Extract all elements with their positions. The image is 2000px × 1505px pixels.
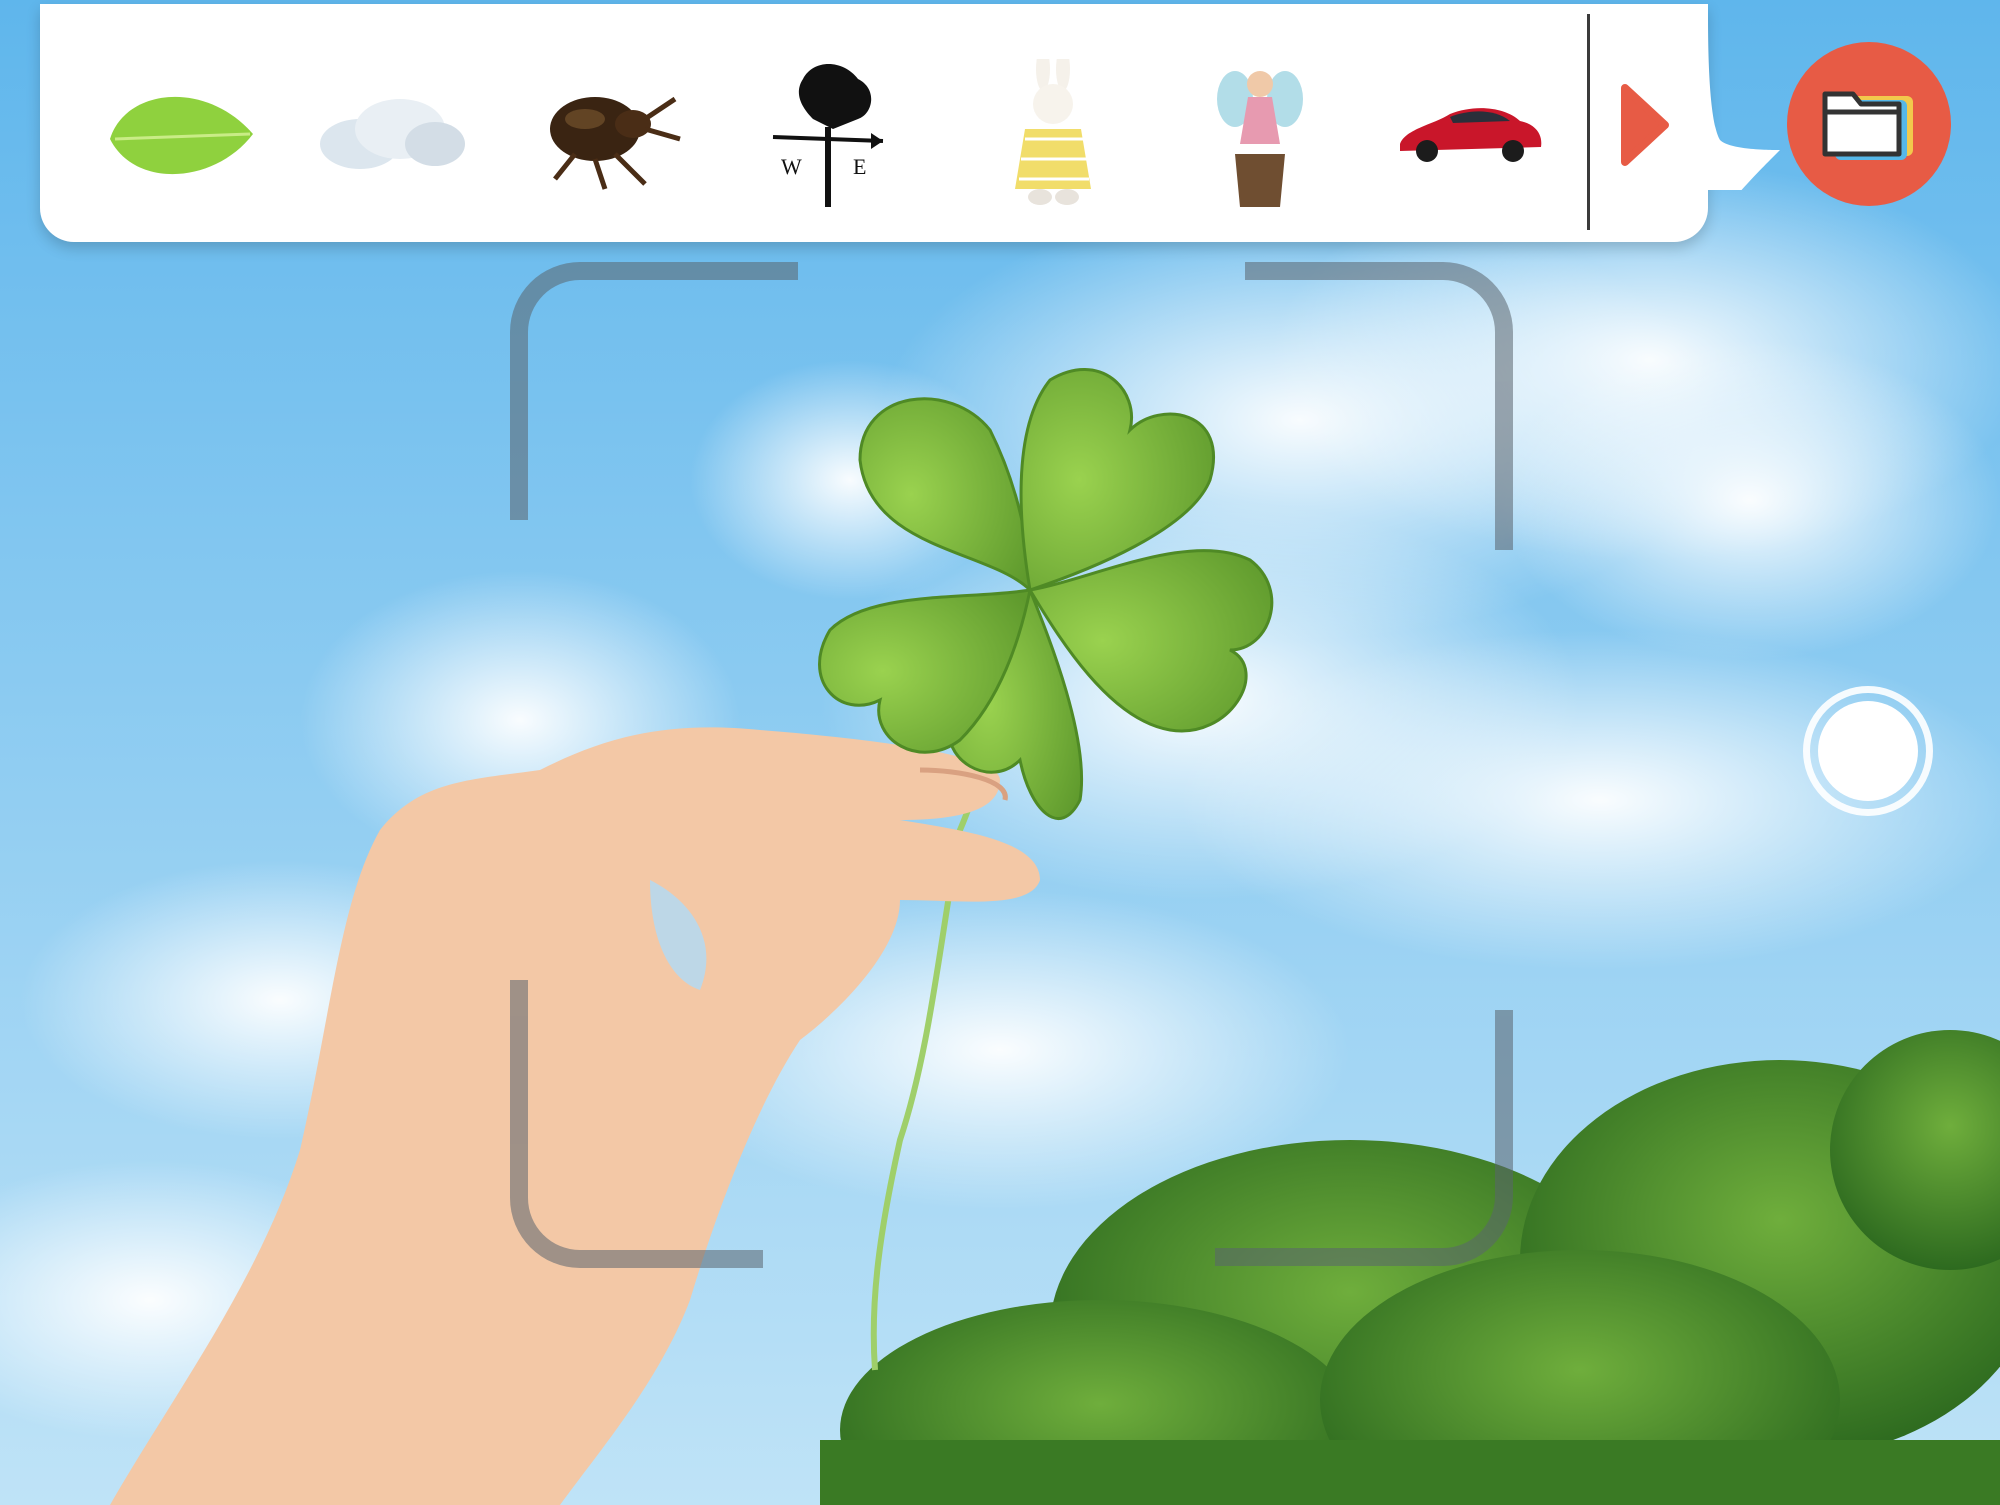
gallery-button[interactable] — [1787, 42, 1951, 206]
tray-item-car[interactable] — [1390, 54, 1550, 214]
leaf-thumbnail-icon — [110, 96, 253, 175]
object-tray: W E — [40, 4, 1708, 242]
tray-divider — [1587, 14, 1590, 230]
tray-item-weathervane[interactable]: W E — [748, 54, 908, 214]
focus-frame-corner-top-left — [510, 262, 798, 520]
shutter-button[interactable] — [1803, 686, 1933, 816]
folder-icon — [1822, 91, 1913, 160]
tray-notch — [1700, 4, 1780, 190]
weathervane-e-label: E — [853, 154, 866, 179]
tray-item-beetle[interactable] — [530, 54, 690, 214]
shutter-circle-icon — [1818, 701, 1918, 801]
red-car-thumbnail-icon — [1400, 108, 1542, 162]
beetle-thumbnail-icon — [550, 96, 681, 190]
rabbit-figurine-thumbnail-icon — [1007, 59, 1091, 205]
weathervane-w-label: W — [781, 154, 802, 179]
focus-frame-corner-top-right — [1245, 262, 1513, 550]
tray-item-cloud[interactable] — [310, 54, 470, 214]
focus-frame-corner-bottom-left — [510, 980, 763, 1268]
focus-frame-corner-bottom-right — [1215, 1010, 1513, 1266]
weathervane-thumbnail-icon: W E — [772, 64, 884, 207]
fairy-figurine-thumbnail-icon — [1217, 71, 1303, 207]
tray-item-leaf[interactable] — [100, 54, 260, 214]
play-arrow-icon[interactable] — [1615, 80, 1675, 170]
tray-item-fairy[interactable] — [1180, 54, 1340, 214]
cloud-thumbnail-icon — [320, 99, 465, 169]
tray-item-rabbit[interactable] — [970, 54, 1130, 214]
